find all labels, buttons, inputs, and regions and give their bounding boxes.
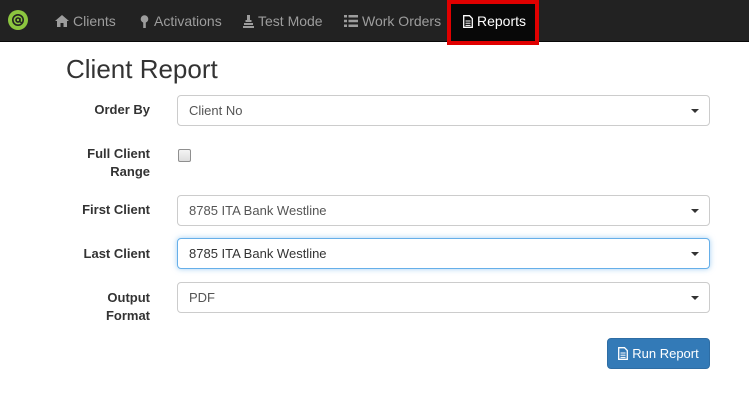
- full-client-range-label: Full Client Range: [62, 145, 150, 181]
- first-client-label: First Client: [82, 202, 150, 217]
- nav-item-test-mode[interactable]: Test Mode: [243, 0, 323, 42]
- output-format-label-line1: Output: [107, 290, 150, 305]
- wrench-icon: [139, 14, 150, 28]
- brand-logo[interactable]: [8, 10, 28, 30]
- full-client-range-label-line2: Range: [110, 164, 150, 179]
- output-format-label-line2: Format: [105, 308, 150, 323]
- nav-item-activations[interactable]: Activations: [139, 0, 222, 42]
- chevron-down-icon: [691, 109, 699, 113]
- last-client-label: Last Client: [83, 246, 150, 261]
- output-format-label: Output Format: [62, 289, 150, 325]
- output-format-value: PDF: [189, 290, 215, 305]
- nav-item-label: Activations: [154, 13, 222, 29]
- full-client-range-checkbox[interactable]: [178, 149, 191, 162]
- nav-item-label: Clients: [73, 13, 116, 29]
- list-icon: [344, 15, 358, 27]
- beaker-icon: [243, 14, 254, 28]
- output-format-select[interactable]: PDF: [177, 282, 710, 313]
- order-by-value: Client No: [189, 103, 243, 118]
- last-client-select[interactable]: 8785 ITA Bank Westline: [177, 238, 710, 269]
- nav-item-reports[interactable]: Reports: [451, 0, 535, 42]
- nav-item-label: Test Mode: [258, 13, 323, 29]
- top-navbar: Clients Activations Test Mode Work Order…: [0, 0, 749, 42]
- first-client-select[interactable]: 8785 ITA Bank Westline: [177, 195, 710, 226]
- page-title: Client Report: [66, 54, 218, 84]
- full-client-range-label-line1: Full Client: [87, 146, 150, 161]
- order-by-label: Order By: [94, 102, 150, 117]
- order-by-select[interactable]: Client No: [177, 95, 710, 126]
- nav-item-clients[interactable]: Clients: [55, 0, 116, 42]
- run-report-label: Run Report: [632, 346, 699, 361]
- first-client-value: 8785 ITA Bank Westline: [189, 203, 327, 218]
- nav-item-label: Reports: [477, 13, 527, 29]
- last-client-value: 8785 ITA Bank Westline: [189, 246, 327, 261]
- chevron-down-icon: [691, 209, 699, 213]
- nav-item-label: Work Orders: [362, 13, 442, 29]
- run-report-button[interactable]: Run Report: [607, 338, 710, 369]
- document-icon: [618, 347, 629, 360]
- nav-item-work-orders[interactable]: Work Orders: [344, 0, 441, 42]
- chevron-down-icon: [691, 296, 699, 300]
- chevron-down-icon: [691, 252, 699, 256]
- at-sign-icon: [12, 14, 24, 26]
- document-icon: [463, 14, 473, 28]
- home-icon: [55, 15, 69, 27]
